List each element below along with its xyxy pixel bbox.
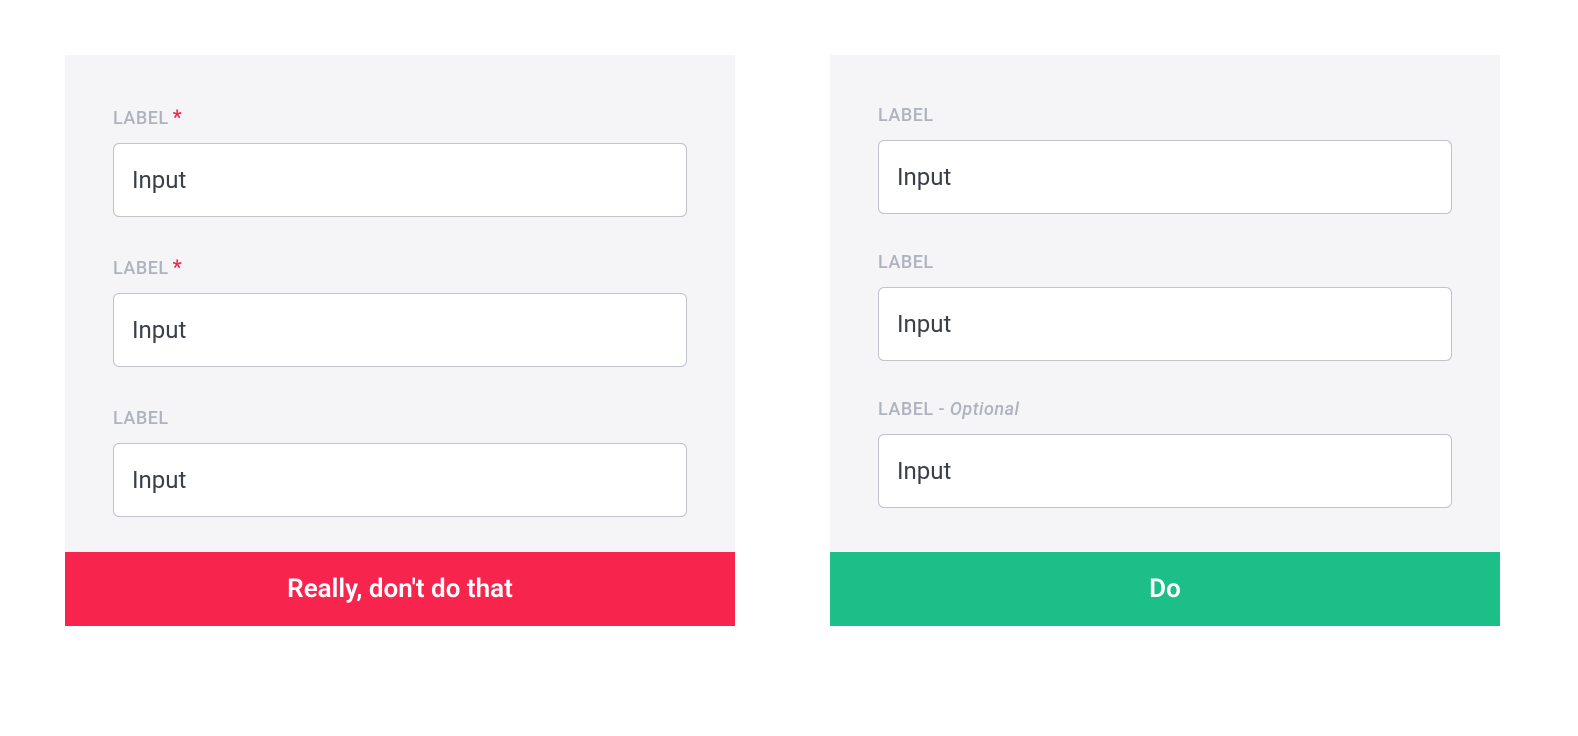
required-asterisk-icon: * [173, 255, 182, 279]
text-input[interactable]: Input [878, 287, 1452, 361]
field-label: LABEL* [113, 105, 687, 129]
label-text: LABEL [878, 252, 934, 273]
optional-suffix: - Optional [934, 399, 1020, 420]
do-banner: Do [830, 552, 1500, 626]
dont-field-1: LABEL* Input [113, 105, 687, 217]
dont-banner: Really, don't do that [65, 552, 735, 626]
label-text: LABEL [113, 258, 169, 279]
field-label: LABEL [113, 405, 687, 429]
do-panel-body: LABEL Input LABEL Input LABEL - Optional… [830, 55, 1500, 552]
text-input[interactable]: Input [113, 443, 687, 517]
label-text: LABEL [113, 108, 169, 129]
dont-field-3: LABEL Input [113, 405, 687, 517]
text-input[interactable]: Input [113, 293, 687, 367]
field-label: LABEL - Optional [878, 399, 1452, 420]
field-label: LABEL [878, 105, 1452, 126]
do-panel: LABEL Input LABEL Input LABEL - Optional… [830, 55, 1500, 626]
do-field-1: LABEL Input [878, 105, 1452, 214]
field-label: LABEL* [113, 255, 687, 279]
do-field-3: LABEL - Optional Input [878, 399, 1452, 508]
label-text: LABEL [113, 408, 169, 429]
field-label: LABEL [878, 252, 1452, 273]
do-field-2: LABEL Input [878, 252, 1452, 361]
required-asterisk-icon: * [173, 105, 182, 129]
text-input[interactable]: Input [113, 143, 687, 217]
label-text: LABEL [878, 399, 934, 420]
dont-panel-body: LABEL* Input LABEL* Input LABEL Input [65, 55, 735, 552]
text-input[interactable]: Input [878, 140, 1452, 214]
label-text: LABEL [878, 105, 934, 126]
dont-field-2: LABEL* Input [113, 255, 687, 367]
dont-panel: LABEL* Input LABEL* Input LABEL Input Re… [65, 55, 735, 626]
text-input[interactable]: Input [878, 434, 1452, 508]
